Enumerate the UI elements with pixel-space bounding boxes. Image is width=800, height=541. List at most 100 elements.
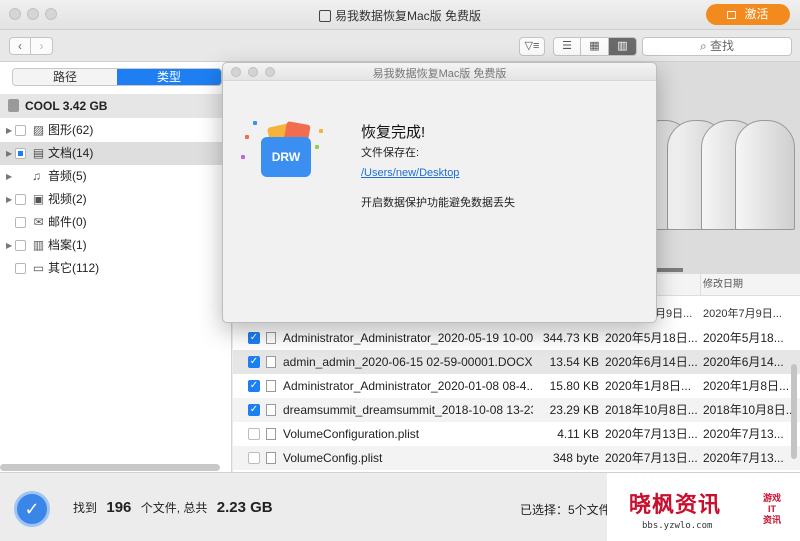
column-modified-date[interactable]: 修改日期 [700,274,743,296]
sidebar-horizontal-scrollbar[interactable] [0,464,220,471]
watermark-side-line: IT [768,504,776,514]
cell-name: dreamsummit_dreamsummit_2018-10-08 13-23… [283,403,533,417]
table-row[interactable]: ✓ dreamsummit_dreamsummit_2018-10-08 13-… [233,398,800,422]
coverflow-view-button[interactable]: ▥ [609,37,637,56]
cell-size: 348 byte [552,451,599,465]
table-row[interactable]: VolumeConfiguration.plist 4.11 KB 2020年7… [233,422,800,446]
file-icon [266,356,276,368]
table-vertical-scrollbar[interactable] [791,364,797,459]
logo-folder: DRW [261,137,311,177]
window-title: 易我数据恢复Mac版 免费版 [0,7,800,24]
row-checkbox[interactable]: ✓ [248,380,260,392]
filter-button[interactable]: ▽≡ [519,37,545,56]
activate-button[interactable]: 激活 [706,4,790,25]
cell-modified: 2020年7月13... [703,427,784,441]
sidebar-tabs: 路径 类型 [12,68,222,86]
cell-modified: 2018年10月8日... [703,403,791,417]
expand-arrow-icon[interactable]: ▶ [6,142,12,165]
tree-item-label: 文档(14) [48,146,94,160]
search-icon: ⌕ [699,39,707,53]
row-checkbox[interactable] [248,428,260,440]
search-placeholder: 查找 [710,39,735,53]
tree-item-audio[interactable]: ▶ ♫ 音频(5) [0,165,231,188]
tree-item-video[interactable]: ▶ ▣ 视频(2) [0,188,231,211]
cell-name: VolumeConfiguration.plist [283,427,420,441]
confetti-icon [319,129,323,133]
tab-type[interactable]: 类型 [117,69,221,85]
confetti-icon [315,145,319,149]
cell-size: 4.11 KB [557,427,599,441]
grid-view-button[interactable]: ▦ [581,37,609,56]
row-checkbox[interactable]: ✓ [248,404,260,416]
table-row[interactable]: ✓ Administrator_Administrator_2020-01-08… [233,374,800,398]
expand-arrow-icon[interactable]: ▶ [6,165,12,188]
saved-to-label: 文件保存在: [361,147,420,159]
tree-item-label: 其它(112) [48,261,100,275]
drive-header[interactable]: COOL 3.42 GB [0,94,231,118]
back-button[interactable]: ‹ [9,37,31,55]
cell-size: 13.54 KB [549,355,599,369]
tree-checkbox[interactable] [15,125,26,136]
cell-created: 2020年7月13日... [605,427,697,441]
hard-drive-icon [8,99,19,112]
title-bar: 易我数据恢复Mac版 免费版 激活 [0,0,800,30]
cell-created: 月9日... [655,308,693,320]
tree-checkbox[interactable] [15,194,26,205]
type-tree: ▶ ▨ 图形(62) ▶ ▤ 文档(14) ▶ ♫ 音频(5) ▶ ▣ 视频(2… [0,119,231,280]
search-input[interactable]: ⌕ 查找 [642,37,792,56]
expand-arrow-icon[interactable]: ▶ [6,119,12,142]
image-file-icon: ▨ [32,123,45,137]
table-row-partial[interactable]: 月9日... 2020年7月9日... [653,302,800,326]
film-icon: ▣ [32,192,45,206]
table-row[interactable]: ✓ Administrator_Administrator_2020-05-19… [233,326,800,350]
row-checkbox[interactable] [248,452,260,464]
cell-name: admin_admin_2020-06-15 02-59-00001.DOCX [283,355,533,369]
row-checkbox[interactable]: ✓ [248,356,260,368]
table-row[interactable]: ✓ admin_admin_2020-06-15 02-59-00001.DOC… [233,350,800,374]
tree-checkbox[interactable] [15,217,26,228]
tree-item-mail[interactable]: ✉ 邮件(0) [0,211,231,234]
expand-arrow-icon[interactable]: ▶ [6,188,12,211]
tree-checkbox[interactable] [15,263,26,274]
cell-created: 2020年5月18日... [605,331,697,345]
cell-name: VolumeConfig.plist [283,451,383,465]
filter-icon: ▽≡ [524,40,540,52]
scan-complete-check-icon: ✓ [14,491,50,527]
tree-item-label: 音频(5) [48,169,87,183]
tree-checkbox[interactable] [15,240,26,251]
file-icon [266,380,276,392]
save-path-link[interactable]: /Users/new/Desktop [361,167,459,179]
list-view-button[interactable]: ☰ [553,37,581,56]
preview-slider[interactable] [653,268,683,272]
tree-item-label: 视频(2) [48,192,87,206]
tree-item-graphics[interactable]: ▶ ▨ 图形(62) [0,119,231,142]
cell-modified: 2020年1月8日... [703,379,790,393]
tree-item-documents[interactable]: ▶ ▤ 文档(14) [0,142,231,165]
expand-arrow-icon[interactable]: ▶ [6,234,12,257]
dialog-title-bar: 易我数据恢复Mac版 免费版 [223,63,656,81]
cell-size: 23.29 KB [549,403,599,417]
tree-checkbox[interactable] [15,148,26,159]
file-icon [266,452,276,464]
file-count: 196 [106,499,132,516]
coverflow-preview [653,62,800,274]
dialog-title: 易我数据恢复Mac版 免费版 [372,68,507,80]
window-title-text: 易我数据恢复Mac版 免费版 [334,9,481,23]
cell-modified: 2020年5月18... [703,331,784,345]
forward-button[interactable]: › [31,37,53,55]
tree-item-archive[interactable]: ▶ ▥ 档案(1) [0,234,231,257]
drive-label: COOL 3.42 GB [25,99,108,113]
row-checkbox[interactable]: ✓ [248,332,260,344]
mail-icon: ✉ [33,215,44,229]
table-row[interactable]: VolumeConfig.plist 348 byte 2020年7月13日..… [233,446,800,470]
confetti-icon [253,121,257,125]
found-prefix: 找到 [73,501,98,515]
total-size: 2.23 GB [216,499,273,516]
file-icon [266,404,276,416]
tab-path[interactable]: 路径 [13,69,117,85]
watermark-main: 晓枫资讯 [629,492,722,517]
tree-item-other[interactable]: ▭ 其它(112) [0,257,231,280]
watermark-side: 游戏 IT 资讯 [757,493,787,526]
cell-modified: 2020年6月14... [703,355,784,369]
cell-modified: 2020年7月13... [703,451,784,465]
